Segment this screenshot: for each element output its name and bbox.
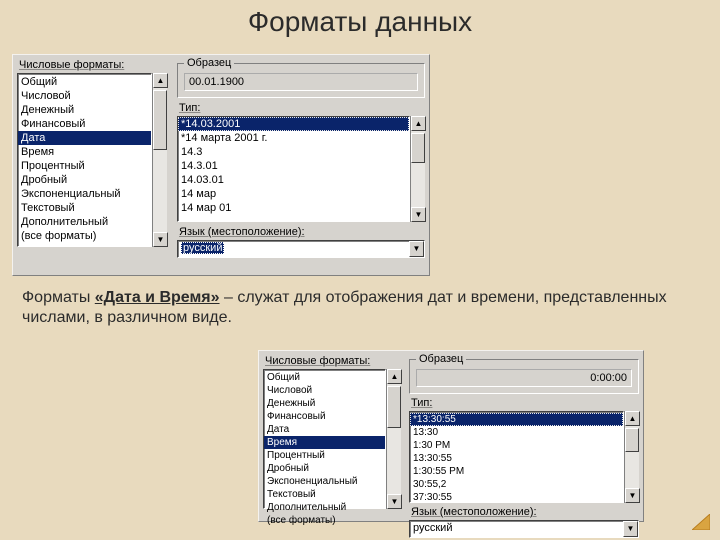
list-item[interactable]: Текстовый bbox=[264, 488, 385, 501]
type-list[interactable]: *13:30:5513:301:30 PM13:30:551:30:55 PM3… bbox=[409, 411, 624, 503]
list-item[interactable]: 37:30:55 bbox=[410, 491, 623, 504]
list-item[interactable]: Числовой bbox=[18, 89, 151, 103]
scroll-down-icon[interactable]: ▼ bbox=[387, 494, 402, 509]
chevron-down-icon[interactable]: ▼ bbox=[409, 241, 424, 257]
list-item[interactable]: (все форматы) bbox=[18, 229, 151, 243]
list-item[interactable]: 13:30 bbox=[410, 426, 623, 439]
sample-label: Образец bbox=[184, 57, 234, 69]
list-item[interactable]: Время bbox=[264, 436, 385, 449]
number-formats-list[interactable]: ОбщийЧисловойДенежныйФинансовыйДатаВремя… bbox=[17, 73, 152, 247]
list-item[interactable]: Дата bbox=[18, 131, 151, 145]
list-item[interactable]: Экспоненциальный bbox=[18, 187, 151, 201]
scroll-up-icon[interactable]: ▲ bbox=[387, 369, 402, 384]
format-dialog-date: Числовые форматы: ОбщийЧисловойДенежныйФ… bbox=[12, 54, 430, 276]
list-item[interactable]: Дата bbox=[264, 423, 385, 436]
list-item[interactable]: Дополнительный bbox=[18, 215, 151, 229]
locale-value: русский bbox=[181, 242, 224, 254]
list-item[interactable]: Текстовый bbox=[18, 201, 151, 215]
list-item[interactable]: Время bbox=[18, 145, 151, 159]
scroll-down-icon[interactable]: ▼ bbox=[153, 232, 168, 247]
locale-label: Язык (местоположение): bbox=[179, 226, 425, 238]
number-formats-label: Числовые форматы: bbox=[265, 355, 401, 367]
scroll-down-icon[interactable]: ▼ bbox=[625, 488, 640, 503]
sample-value: 00.01.1900 bbox=[184, 73, 418, 91]
locale-value: русский bbox=[413, 522, 452, 534]
type-label: Тип: bbox=[179, 102, 425, 114]
type-label: Тип: bbox=[411, 397, 639, 409]
scrollbar[interactable]: ▲ ▼ bbox=[386, 369, 401, 509]
sample-group: Образец 00.01.1900 bbox=[177, 57, 425, 98]
list-item[interactable]: Процентный bbox=[264, 449, 385, 462]
scroll-up-icon[interactable]: ▲ bbox=[411, 116, 426, 131]
scroll-up-icon[interactable]: ▲ bbox=[153, 73, 168, 88]
scrollbar[interactable]: ▲ ▼ bbox=[624, 411, 639, 503]
list-item[interactable]: 1:30:55 PM bbox=[410, 465, 623, 478]
sample-group: Образец 0:00:00 bbox=[409, 353, 639, 394]
scrollbar[interactable]: ▲ ▼ bbox=[152, 73, 167, 247]
number-formats-list[interactable]: ОбщийЧисловойДенежныйФинансовыйДатаВремя… bbox=[263, 369, 386, 509]
list-item[interactable]: 30:55,2 bbox=[410, 478, 623, 491]
list-item[interactable]: Числовой bbox=[264, 384, 385, 397]
scrollbar[interactable]: ▲ ▼ bbox=[410, 116, 425, 222]
sample-label: Образец bbox=[416, 353, 466, 365]
list-item[interactable]: Денежный bbox=[264, 397, 385, 410]
list-item[interactable]: 14 мар bbox=[178, 187, 409, 201]
list-item[interactable]: 14.3 bbox=[178, 145, 409, 159]
list-item[interactable]: *13:30:55 bbox=[410, 413, 623, 426]
list-item[interactable]: *14.03.2001 bbox=[178, 117, 409, 131]
list-item[interactable]: 14 мар 01 bbox=[178, 201, 409, 215]
list-item[interactable]: Экспоненциальный bbox=[264, 475, 385, 488]
locale-dropdown[interactable]: ▼ русский bbox=[409, 520, 639, 538]
list-item[interactable]: Дополнительный bbox=[264, 501, 385, 514]
description-text: Форматы «Дата и Время» – служат для отоб… bbox=[22, 288, 692, 329]
list-item[interactable]: Дробный bbox=[18, 173, 151, 187]
list-item[interactable]: 1:30 PM bbox=[410, 439, 623, 452]
list-item[interactable]: Денежный bbox=[18, 103, 151, 117]
type-list[interactable]: *14.03.2001*14 марта 2001 г.14.314.3.011… bbox=[177, 116, 410, 222]
page-title: Форматы данных bbox=[0, 0, 720, 42]
scroll-up-icon[interactable]: ▲ bbox=[625, 411, 640, 426]
list-item[interactable]: Финансовый bbox=[264, 410, 385, 423]
list-item[interactable]: Общий bbox=[264, 371, 385, 384]
list-item[interactable]: *14 марта 2001 г. bbox=[178, 131, 409, 145]
page-turn-icon[interactable] bbox=[692, 514, 710, 530]
locale-dropdown[interactable]: ▼ русский bbox=[177, 240, 425, 258]
sample-value: 0:00:00 bbox=[416, 369, 632, 387]
list-item[interactable]: Дробный bbox=[264, 462, 385, 475]
locale-label: Язык (местоположение): bbox=[411, 506, 639, 518]
list-item[interactable]: Процентный bbox=[18, 159, 151, 173]
format-dialog-time: Числовые форматы: ОбщийЧисловойДенежныйФ… bbox=[258, 350, 644, 522]
list-item[interactable]: 14.03.01 bbox=[178, 173, 409, 187]
scroll-down-icon[interactable]: ▼ bbox=[411, 207, 426, 222]
chevron-down-icon[interactable]: ▼ bbox=[623, 521, 638, 537]
list-item[interactable]: 13:30:55 bbox=[410, 452, 623, 465]
list-item[interactable]: Общий bbox=[18, 75, 151, 89]
list-item[interactable]: (все форматы) bbox=[264, 514, 385, 527]
list-item[interactable]: 14.3.01 bbox=[178, 159, 409, 173]
list-item[interactable]: Финансовый bbox=[18, 117, 151, 131]
number-formats-label: Числовые форматы: bbox=[19, 59, 167, 71]
